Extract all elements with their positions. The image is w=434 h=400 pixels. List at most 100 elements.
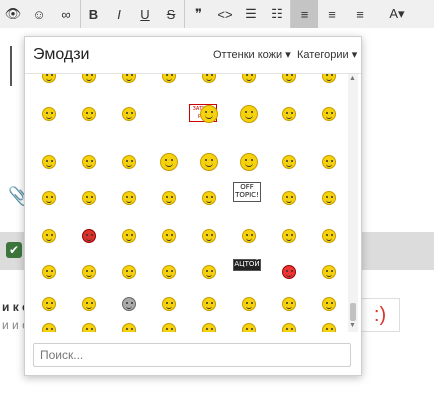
emoji-item[interactable]	[197, 292, 221, 316]
emoji-item[interactable]	[37, 292, 61, 316]
emoji-item[interactable]	[157, 292, 181, 316]
emoji-item[interactable]	[117, 260, 141, 284]
emoji-item[interactable]	[117, 292, 141, 316]
scrollbar[interactable]: ▲ ▼	[348, 74, 358, 332]
emoji-item[interactable]	[77, 150, 101, 174]
emoji-item[interactable]	[197, 186, 221, 210]
quote-button[interactable]: ❞	[184, 0, 212, 28]
emoji-item[interactable]	[277, 74, 301, 88]
emoji-item[interactable]	[317, 186, 341, 210]
emoji-search-input[interactable]: Поиск...	[33, 343, 351, 367]
emoji-item[interactable]	[317, 260, 341, 284]
emoji-item[interactable]	[37, 74, 61, 88]
emoji-item[interactable]	[317, 102, 341, 126]
smiley-icon	[82, 297, 96, 311]
emoji-item[interactable]	[197, 150, 221, 174]
emoji-item[interactable]	[157, 260, 181, 284]
scroll-down-icon[interactable]: ▼	[349, 322, 356, 329]
emoji-item[interactable]	[197, 224, 221, 248]
emoji-item[interactable]	[277, 150, 301, 174]
emoji-item[interactable]	[37, 224, 61, 248]
caret-down-icon: ▾	[285, 49, 291, 61]
link-button[interactable]: ∞	[52, 0, 80, 28]
emoji-item[interactable]	[237, 102, 261, 126]
strike-button[interactable]: S	[158, 0, 184, 28]
emoji-item[interactable]	[157, 74, 181, 88]
emoji-item[interactable]	[77, 292, 101, 316]
smiley-icon	[242, 229, 256, 243]
smiley-icon	[122, 323, 136, 332]
emoji-item[interactable]	[157, 224, 181, 248]
emoji-item[interactable]	[157, 150, 181, 174]
emoji-item[interactable]	[37, 318, 61, 332]
emoji-item[interactable]	[237, 292, 261, 316]
emoji-item[interactable]	[117, 102, 141, 126]
emoji-item[interactable]	[157, 318, 181, 332]
emoji-item[interactable]	[77, 318, 101, 332]
emoji-button[interactable]: ☺	[26, 0, 52, 28]
text-color-button[interactable]: A▾	[382, 0, 412, 28]
emoji-item[interactable]	[277, 292, 301, 316]
emoji-item[interactable]	[317, 74, 341, 88]
bold-icon: B	[88, 6, 99, 22]
emoji-item[interactable]	[317, 292, 341, 316]
smiley-icon	[282, 265, 296, 279]
emoji-item[interactable]	[117, 74, 141, 88]
smiley-icon	[322, 155, 336, 169]
emoji-item[interactable]	[197, 102, 221, 126]
italic-button[interactable]: I	[106, 0, 132, 28]
emoji-item[interactable]	[77, 102, 101, 126]
bullet-list-button[interactable]: ☰	[238, 0, 264, 28]
autor-sign[interactable]: АЦТОЙ	[233, 259, 261, 271]
emoji-item[interactable]	[117, 150, 141, 174]
emoji-item[interactable]	[197, 318, 221, 332]
emoji-item[interactable]	[277, 186, 301, 210]
emoji-item[interactable]	[37, 150, 61, 174]
numbered-list-button[interactable]: ☷	[264, 0, 290, 28]
categories-dropdown[interactable]: Категории ▾	[297, 48, 357, 61]
align-right-icon: ≡	[356, 6, 364, 22]
scrollbar-thumb[interactable]	[350, 303, 356, 321]
code-button[interactable]: <>	[212, 0, 238, 28]
preview-button[interactable]: 👁	[0, 0, 26, 28]
align-right-button[interactable]: ≡	[346, 0, 374, 28]
skin-tone-dropdown[interactable]: Оттенки кожи ▾	[213, 48, 291, 61]
emoji-item[interactable]	[117, 224, 141, 248]
underline-button[interactable]: U	[132, 0, 158, 28]
emoji-item[interactable]	[197, 74, 221, 88]
bold-button[interactable]: B	[80, 0, 106, 28]
offtopic-sign[interactable]: OFF TOPIC!	[233, 182, 261, 202]
emoji-item[interactable]	[37, 186, 61, 210]
emoji-item[interactable]	[37, 260, 61, 284]
link-icon: ∞	[61, 6, 71, 22]
smiley-icon	[82, 74, 96, 83]
emoji-item[interactable]	[317, 318, 341, 332]
emoji-item[interactable]	[197, 260, 221, 284]
emoji-item[interactable]	[77, 260, 101, 284]
emoji-item[interactable]	[237, 150, 261, 174]
emoji-item[interactable]	[77, 74, 101, 88]
emoji-item[interactable]	[37, 102, 61, 126]
emoji-item[interactable]	[237, 224, 261, 248]
emoji-item[interactable]	[237, 74, 261, 88]
emoji-item[interactable]	[317, 150, 341, 174]
smile-text-button[interactable]: :)	[360, 298, 400, 332]
smiley-icon	[162, 297, 176, 311]
scroll-up-icon[interactable]: ▲	[349, 75, 356, 82]
emoji-item[interactable]	[157, 186, 181, 210]
emoji-item[interactable]	[237, 318, 261, 332]
emoji-item[interactable]	[77, 186, 101, 210]
emoji-item[interactable]	[277, 102, 301, 126]
emoji-item[interactable]	[277, 318, 301, 332]
offtopic-line-1: OFF	[240, 183, 254, 191]
emoji-item[interactable]	[117, 186, 141, 210]
emoji-item[interactable]	[277, 224, 301, 248]
emoji-item[interactable]	[317, 224, 341, 248]
align-left-button[interactable]: ≡	[290, 0, 318, 28]
check-icon[interactable]: ✔	[6, 242, 22, 258]
emoji-item[interactable]	[77, 224, 101, 248]
emoji-item[interactable]	[117, 318, 141, 332]
editor-toolbar: 👁 ☺ ∞ B I U S ❞ <> ☰ ☷ ≡ ≡ ≡ A▾	[0, 0, 434, 29]
emoji-item[interactable]	[277, 260, 301, 284]
align-center-button[interactable]: ≡	[318, 0, 346, 28]
